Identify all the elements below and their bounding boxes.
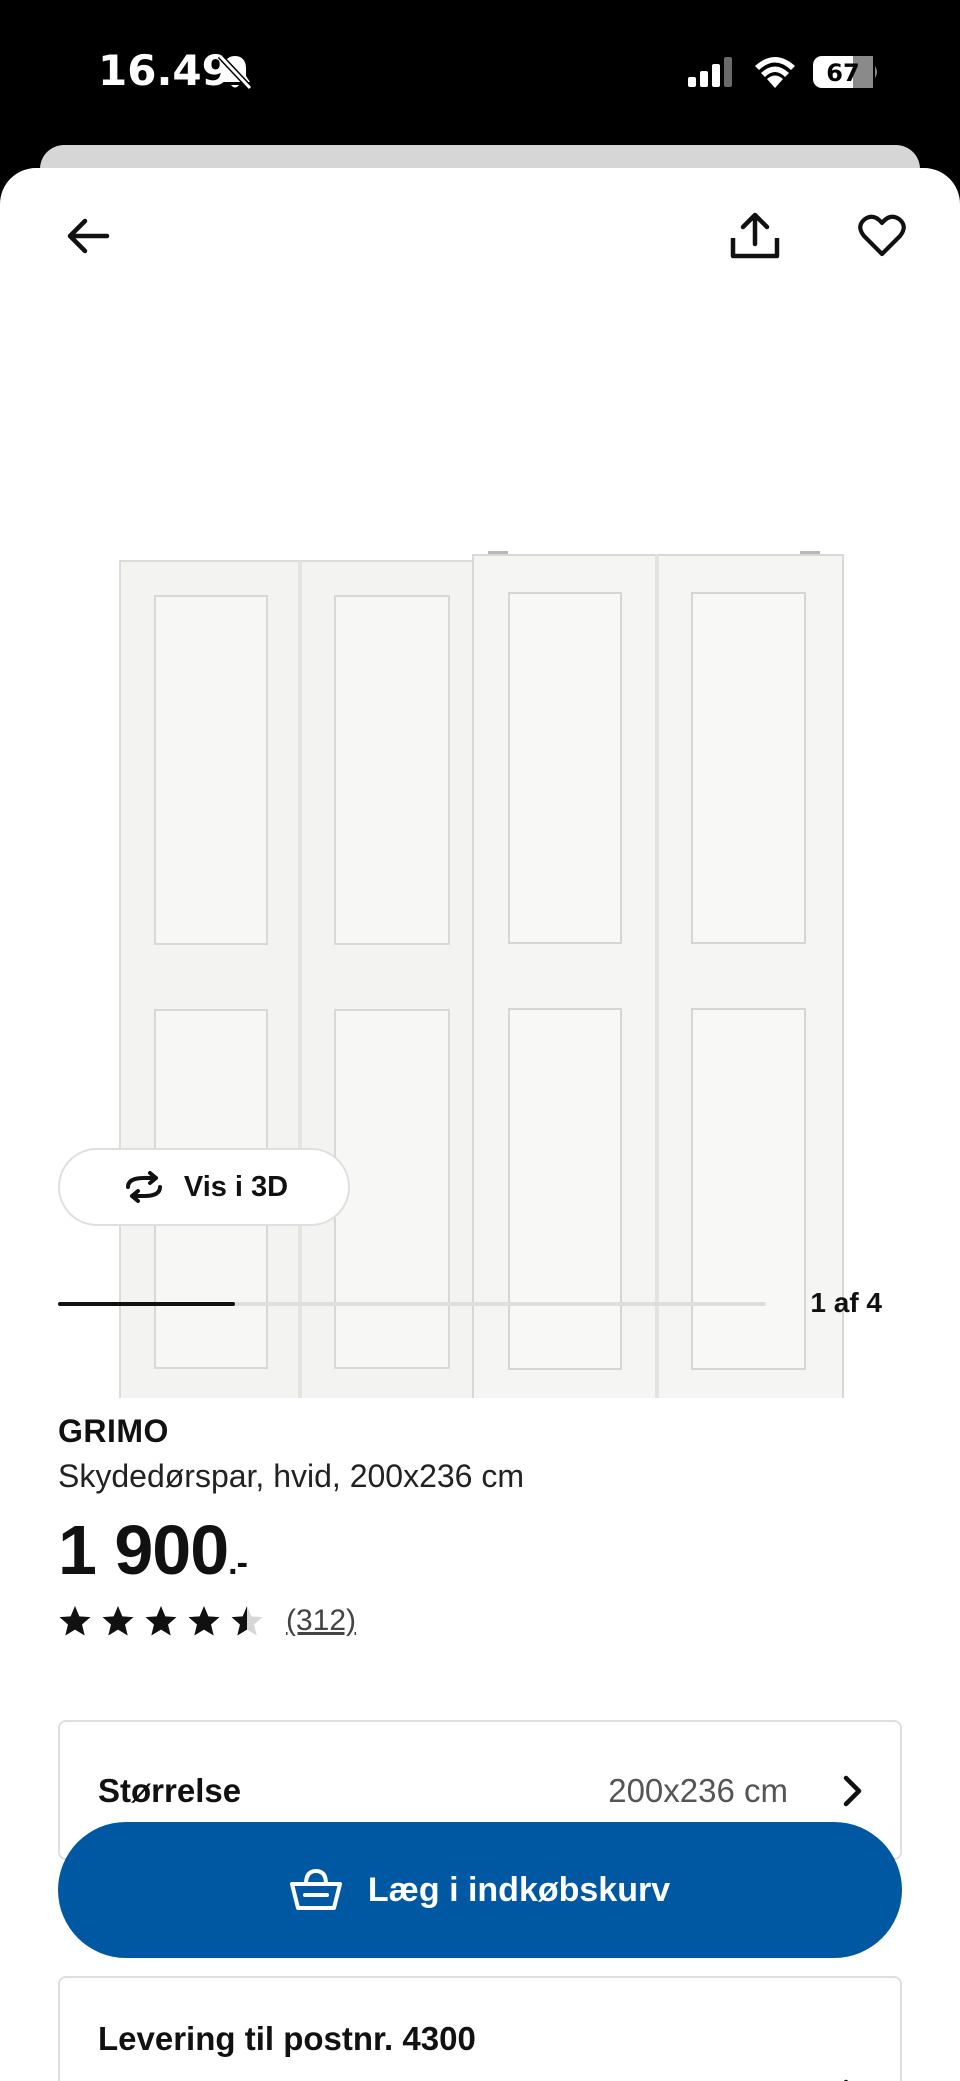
battery-indicator: 67 [812,54,880,90]
carousel-progress-fill [58,1302,235,1306]
rating[interactable]: (312) [58,1604,356,1638]
delivery-label: Levering til postnr. 4300 [98,2020,476,2057]
chevron-right-icon [843,1775,862,1807]
add-to-cart-button[interactable]: Læg i indkøbskurv [58,1822,902,1958]
wifi-icon [755,57,795,88]
star-icon [231,1606,263,1636]
price-suffix: .- [228,1544,248,1582]
star-icon [188,1606,220,1636]
delivery-card[interactable]: Levering til postnr. 4300 [58,1976,902,2081]
share-button[interactable] [720,201,790,271]
status-time: 16.49 [98,46,231,95]
size-label: Størrelse [98,1772,242,1809]
top-nav [0,168,960,308]
product-sheet: Vis i 3D 1 af 4 GRIMO Skydedørspar, hvid… [0,168,960,2081]
review-count-link[interactable]: (312) [286,1604,356,1638]
size-value: 200x236 cm [608,1772,788,1809]
status-bar: 16.49 67 [0,0,960,145]
add-to-cart-label: Læg i indkøbskurv [367,1870,671,1909]
rating-stars [58,1605,264,1637]
right-door [472,551,844,1398]
product-description: Skydedørspar, hvid, 200x236 cm [58,1458,525,1494]
heart-icon [858,214,906,257]
basket-icon [289,1868,342,1910]
product-image[interactable] [100,368,860,1398]
share-icon [730,212,780,259]
view-3d-button[interactable]: Vis i 3D [58,1148,350,1226]
view-3d-label: Vis i 3D [183,1170,289,1203]
rotate-3d-icon [125,1171,162,1203]
battery-icon: 67 [813,56,877,88]
product-name: GRIMO [58,1413,169,1449]
price-value: 1 900 [58,1511,229,1589]
cellular-signal-icon [688,57,732,87]
star-icon [145,1606,177,1636]
left-door [119,560,479,1398]
favorite-button[interactable] [847,201,917,271]
battery-level: 67 [826,59,859,87]
carousel-progress [58,1302,766,1306]
arrow-left-icon [67,218,110,254]
back-button[interactable] [53,201,123,271]
carousel-counter: 1 af 4 [810,1287,882,1318]
bell-muted-icon [217,53,253,91]
star-icon [102,1606,134,1636]
product-price: 1 900.- [58,1510,248,1590]
star-icon [59,1606,91,1636]
